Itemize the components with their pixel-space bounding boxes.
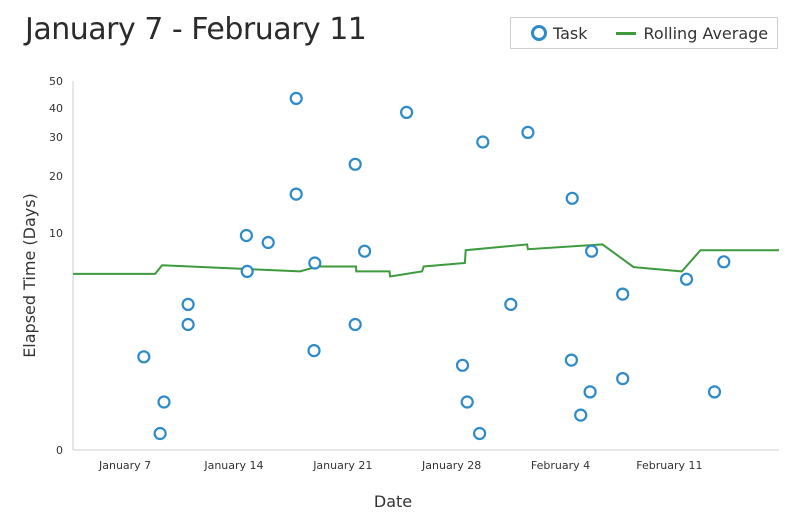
chart-plot: 0 10 20 30 40 50 January 7 January 14 January 2… <box>20 75 779 511</box>
y-axis-ticks: 0 10 20 30 40 50 <box>49 75 63 457</box>
task-point[interactable] <box>455 358 470 372</box>
y-tick-label: 0 <box>56 444 63 457</box>
task-point[interactable] <box>616 287 630 301</box>
task-point[interactable] <box>616 372 630 386</box>
task-point[interactable] <box>153 426 167 441</box>
task-point[interactable] <box>400 105 414 120</box>
task-point[interactable] <box>239 228 253 243</box>
task-point[interactable] <box>358 244 372 258</box>
task-point[interactable] <box>707 385 722 399</box>
x-tick-label: January 28 <box>421 459 481 472</box>
x-tick-label: February 11 <box>636 459 702 472</box>
task-point[interactable] <box>574 408 588 422</box>
x-axis-title: Date <box>374 492 412 511</box>
task-point[interactable] <box>476 135 490 149</box>
task-point[interactable] <box>137 350 151 364</box>
task-point[interactable] <box>289 187 303 201</box>
task-point[interactable] <box>565 191 579 205</box>
series-layer <box>73 91 779 441</box>
task-point[interactable] <box>717 255 731 269</box>
task-point[interactable] <box>181 317 195 332</box>
x-tick-label: February 4 <box>531 459 590 472</box>
task-point[interactable] <box>473 426 487 441</box>
task-point[interactable] <box>157 395 171 409</box>
y-tick-label: 10 <box>49 227 63 240</box>
task-point[interactable] <box>564 353 579 367</box>
task-point[interactable] <box>308 256 322 270</box>
task-point[interactable] <box>584 244 599 258</box>
rolling-average-line <box>73 243 779 278</box>
y-tick-label: 50 <box>49 75 63 88</box>
task-point[interactable] <box>240 264 254 278</box>
task-point[interactable] <box>504 297 518 311</box>
task-point[interactable] <box>460 395 474 409</box>
task-point[interactable] <box>348 317 362 332</box>
x-axis-ticks: January 7 January 14 January 21 January 28 F… <box>98 459 702 472</box>
task-point[interactable] <box>289 91 303 106</box>
y-tick-label: 20 <box>49 170 63 183</box>
x-tick-label: January 21 <box>312 459 372 472</box>
task-point[interactable] <box>348 157 362 171</box>
y-axis-title: Elapsed Time (Days) <box>20 193 39 358</box>
y-tick-label: 40 <box>49 102 63 115</box>
x-tick-label: January 14 <box>203 459 263 472</box>
x-tick-label: January 7 <box>98 459 151 472</box>
task-point[interactable] <box>521 125 535 139</box>
task-point[interactable] <box>181 297 195 311</box>
task-point[interactable] <box>679 272 694 286</box>
y-tick-label: 30 <box>49 131 63 144</box>
task-point[interactable] <box>261 235 275 250</box>
task-point[interactable] <box>583 385 597 399</box>
task-point[interactable] <box>307 344 321 358</box>
